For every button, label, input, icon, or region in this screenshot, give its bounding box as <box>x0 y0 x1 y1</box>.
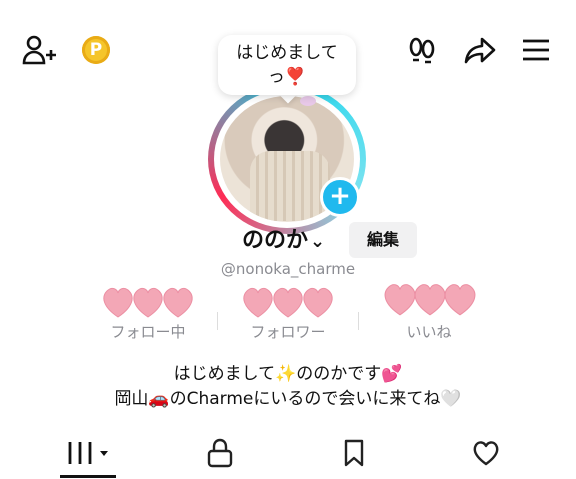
coin-icon[interactable]: P <box>82 36 110 64</box>
stat-label: フォロー中 <box>110 323 186 341</box>
hair-ribbon <box>300 96 316 106</box>
stat-label: いいね <box>406 323 452 341</box>
heart-icon <box>159 283 197 321</box>
footprints-icon[interactable] <box>407 35 437 65</box>
tab-private[interactable] <box>194 436 246 470</box>
bio-line-2: 岡山🚗のCharmeにいるので会いに来てね🤍 <box>114 389 462 409</box>
hearts-sticker <box>369 279 489 321</box>
videos-grid-icon <box>68 442 108 464</box>
edit-label: 編集 <box>366 230 399 249</box>
divider <box>217 312 218 330</box>
stat-likes[interactable]: いいね <box>369 279 489 342</box>
avatar-sweater <box>250 151 330 221</box>
tab-liked[interactable] <box>460 436 512 470</box>
greeting-bubble: はじめまして っ❣️ <box>218 35 356 95</box>
add-story-button[interactable]: + <box>320 177 360 217</box>
add-friend-icon[interactable] <box>22 33 58 67</box>
lock-icon <box>207 438 233 468</box>
profile-name[interactable]: ののか ⌄ <box>242 227 325 255</box>
divider <box>358 312 359 330</box>
heart-icon <box>299 283 337 321</box>
hearts-sticker <box>228 283 348 325</box>
chevron-down-icon: ⌄ <box>310 231 326 252</box>
hearts-sticker <box>88 283 208 325</box>
menu-icon[interactable] <box>522 38 550 62</box>
plus-icon: + <box>329 181 351 211</box>
tab-videos[interactable] <box>62 436 114 470</box>
heart-icon <box>473 441 499 466</box>
active-tab-indicator <box>60 475 116 478</box>
bookmark-icon <box>344 439 364 467</box>
stat-label: フォロワー <box>250 323 326 341</box>
username: ののか <box>242 228 309 253</box>
heart-icon <box>440 279 478 317</box>
user-handle: @nonoka_charme <box>220 260 356 278</box>
stat-following[interactable]: フォロー中 <box>88 283 208 342</box>
edit-profile-button[interactable]: 編集 <box>349 222 417 258</box>
coin-symbol: P <box>89 40 103 60</box>
tab-saved[interactable] <box>328 436 380 470</box>
greeting-text: はじめまして っ❣️ <box>236 43 338 87</box>
share-icon[interactable] <box>464 35 496 65</box>
bio-line-1: はじめまして✨ののかです💕 <box>173 364 403 384</box>
stat-followers[interactable]: フォロワー <box>228 283 348 342</box>
